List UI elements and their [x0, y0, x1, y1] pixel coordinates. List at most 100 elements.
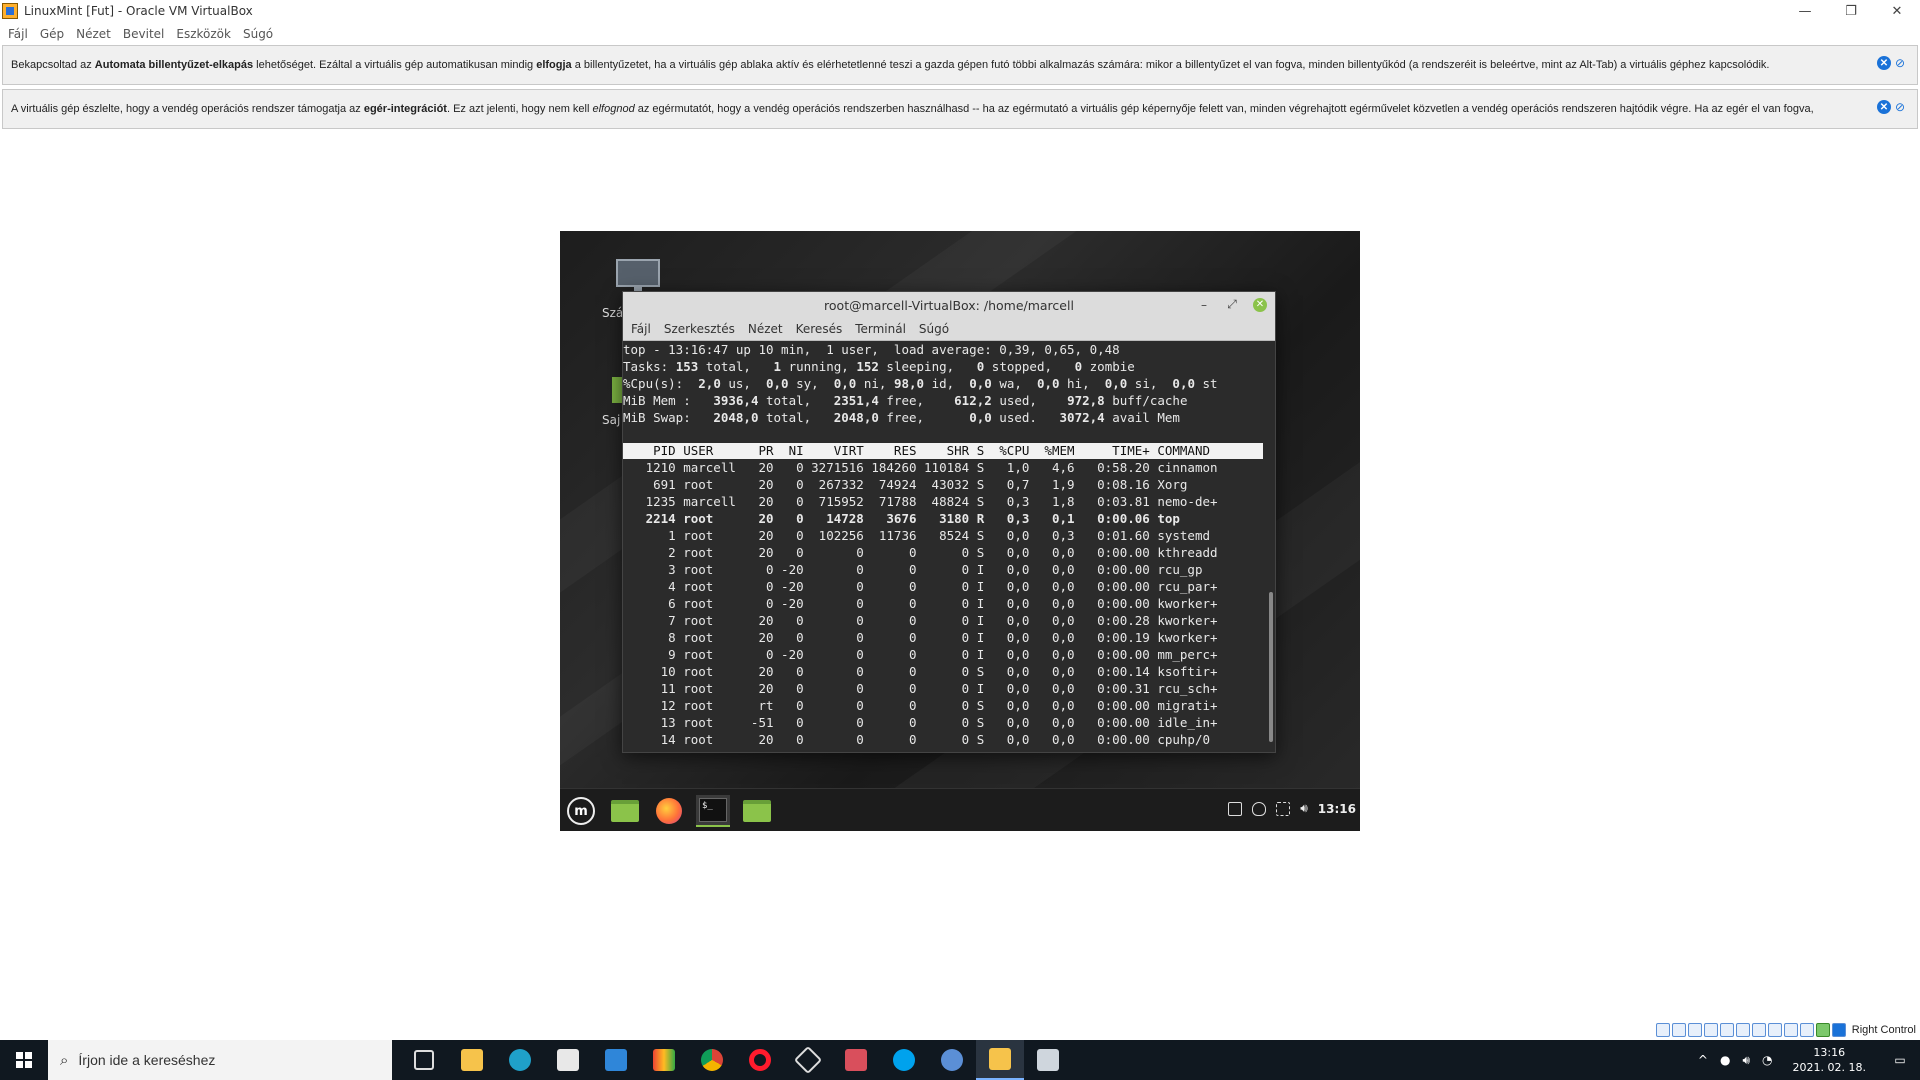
process-row: 13 root -51 0 0 0 0 S 0,0 0,0 0:00.00 id… [623, 715, 1218, 730]
terminal-menu-search[interactable]: Keresés [796, 322, 843, 336]
hard-disk-icon[interactable] [1655, 1023, 1670, 1037]
info-bar-mouse-integration: A virtuális gép észlelte, hogy a vendég … [2, 89, 1918, 129]
network-adapter-icon[interactable] [1703, 1023, 1718, 1037]
desktop-label-computer[interactable]: Szá [602, 306, 623, 320]
top-text: Tasks: [623, 359, 676, 374]
cpu-icon[interactable] [1783, 1023, 1798, 1037]
terminal-menubar: Fájl Szerkesztés Nézet Keresés Terminál … [623, 318, 1275, 341]
info-mute-icon[interactable]: ⊘ [1895, 56, 1911, 70]
vbox-menubar: Fájl Gép Nézet Bevitel Eszközök Súgó [0, 24, 277, 44]
usb-icon[interactable] [1719, 1023, 1734, 1037]
top-text: total, [758, 410, 834, 425]
file-explorer-button[interactable] [448, 1040, 496, 1080]
info-mute-icon[interactable]: ⊘ [1895, 100, 1911, 114]
printer-button[interactable] [1024, 1040, 1072, 1080]
info-text-bold: egér-integrációt [363, 103, 447, 115]
terminal-menu-terminal[interactable]: Terminál [855, 322, 906, 336]
info-text: . Ez azt jelenti, hogy nem kell [446, 103, 593, 115]
mouse-integration-icon[interactable] [1799, 1023, 1814, 1037]
clipboard-icon[interactable] [1228, 801, 1243, 816]
virtualbox-taskbar-button[interactable] [976, 1040, 1024, 1080]
mint-menu-button[interactable]: m [564, 795, 598, 827]
info-bar-message: Bekapcsoltad az Automata billentyűzet-el… [11, 59, 1770, 71]
process-row: 6 root 0 -20 0 0 0 I 0,0 0,0 0:00.00 kwo… [623, 596, 1218, 611]
display-icon[interactable] [1751, 1023, 1766, 1037]
menu-file[interactable]: Fájl [8, 27, 28, 41]
chrome-button[interactable] [688, 1040, 736, 1080]
top-value: 612,2 [954, 393, 992, 408]
menu-machine[interactable]: Gép [40, 27, 64, 41]
taskbar-search-box[interactable]: ⌕ Írjon ide a kereséshez [48, 1040, 392, 1080]
optical-drive-icon[interactable] [1671, 1023, 1686, 1037]
speaker-icon[interactable]: 🔊︎ [1742, 1053, 1750, 1068]
restore-button[interactable]: ❐ [1828, 0, 1874, 22]
windows-taskbar: ⌕ Írjon ide a kereséshez ^ ● 🔊︎ ◔ 13:16 … [0, 1040, 1920, 1080]
guest-clock[interactable]: 13:16 [1318, 802, 1356, 816]
shield-icon[interactable] [1252, 801, 1267, 816]
recording-icon[interactable] [1767, 1023, 1782, 1037]
terminal-minimize-icon[interactable]: – [1197, 298, 1211, 312]
menu-help[interactable]: Súgó [243, 27, 273, 41]
terminal-titlebar[interactable]: root@marcell-VirtualBox: /home/marcell –… [623, 292, 1275, 318]
snipping-icon [845, 1049, 867, 1071]
terminal-menu-help[interactable]: Súgó [919, 322, 949, 336]
skype-icon [893, 1049, 915, 1071]
process-row: 1 root 20 0 102256 11736 8524 S 0,0 0,3 … [623, 528, 1210, 543]
home-folder-desktop-icon[interactable] [612, 377, 622, 403]
network-icon[interactable] [1276, 801, 1291, 816]
qbittorrent-button[interactable] [928, 1040, 976, 1080]
terminal-close-icon[interactable]: ✕ [1253, 297, 1267, 312]
computer-desktop-icon[interactable] [616, 259, 660, 287]
terminal-scrollbar[interactable] [1269, 592, 1273, 742]
info-close-icon[interactable]: ✕ [1877, 100, 1891, 114]
menu-input[interactable]: Bevitel [123, 27, 164, 41]
mail-button[interactable] [592, 1040, 640, 1080]
terminal-menu-edit[interactable]: Szerkesztés [664, 322, 735, 336]
top-text: avail Mem [1104, 410, 1180, 425]
files-launcher[interactable] [740, 795, 774, 827]
terminal-window[interactable]: root@marcell-VirtualBox: /home/marcell –… [622, 291, 1276, 753]
microphone-icon[interactable]: ● [1720, 1053, 1730, 1067]
notification-center-button[interactable]: ▭ [1880, 1053, 1920, 1067]
top-text: MiB Mem : [623, 393, 714, 408]
app-cube-button[interactable] [784, 1040, 832, 1080]
info-close-icon[interactable]: ✕ [1877, 56, 1891, 70]
terminal-taskbar-button[interactable]: $_ [696, 795, 730, 827]
snipping-button[interactable] [832, 1040, 880, 1080]
wifi-icon[interactable]: ◔ [1762, 1053, 1772, 1067]
terminal-menu-file[interactable]: Fájl [631, 322, 651, 336]
top-text: buff/cache [1104, 393, 1188, 408]
top-value: 2048,0 [713, 410, 759, 425]
process-row: 7 root 20 0 0 0 0 I 0,0 0,0 0:00.28 kwor… [623, 613, 1218, 628]
top-value: 0,0 [1172, 376, 1195, 391]
vm-screen[interactable]: Szá Saj root@marcell-VirtualBox: /home/m… [560, 231, 1360, 831]
menu-view[interactable]: Nézet [76, 27, 111, 41]
volume-icon[interactable]: 🔊︎ [1300, 801, 1308, 816]
process-row: 1210 marcell 20 0 3271516 184260 110184 … [623, 460, 1218, 475]
shared-folder-icon[interactable] [1735, 1023, 1750, 1037]
desktop-label-home[interactable]: Saj [602, 413, 620, 427]
close-button[interactable]: ✕ [1874, 0, 1920, 22]
minimize-button[interactable]: — [1782, 0, 1828, 22]
menu-devices[interactable]: Eszközök [176, 27, 231, 41]
taskbar-clock[interactable]: 13:16 2021. 02. 18. [1793, 1045, 1866, 1075]
host-key-icon[interactable] [1831, 1023, 1846, 1037]
audio-icon[interactable] [1687, 1023, 1702, 1037]
opera-button[interactable] [736, 1040, 784, 1080]
terminal-output[interactable]: top - 13:16:47 up 10 min, 1 user, load a… [623, 341, 1263, 751]
terminal-maximize-icon[interactable]: ⤢ [1225, 297, 1239, 312]
tray-chevron-icon[interactable]: ^ [1698, 1053, 1708, 1067]
keyboard-capture-icon[interactable] [1815, 1023, 1830, 1037]
firefox-launcher[interactable] [652, 795, 686, 827]
host-key-label: Right Control [1851, 1024, 1916, 1036]
office-button[interactable] [640, 1040, 688, 1080]
terminal-menu-view[interactable]: Nézet [748, 322, 783, 336]
edge-button[interactable] [496, 1040, 544, 1080]
file-explorer-icon [461, 1049, 483, 1071]
top-value: 153 [675, 359, 699, 374]
store-button[interactable] [544, 1040, 592, 1080]
start-button[interactable] [0, 1040, 48, 1080]
show-desktop-button[interactable] [608, 795, 642, 827]
task-view-button[interactable] [400, 1040, 448, 1080]
skype-button[interactable] [880, 1040, 928, 1080]
